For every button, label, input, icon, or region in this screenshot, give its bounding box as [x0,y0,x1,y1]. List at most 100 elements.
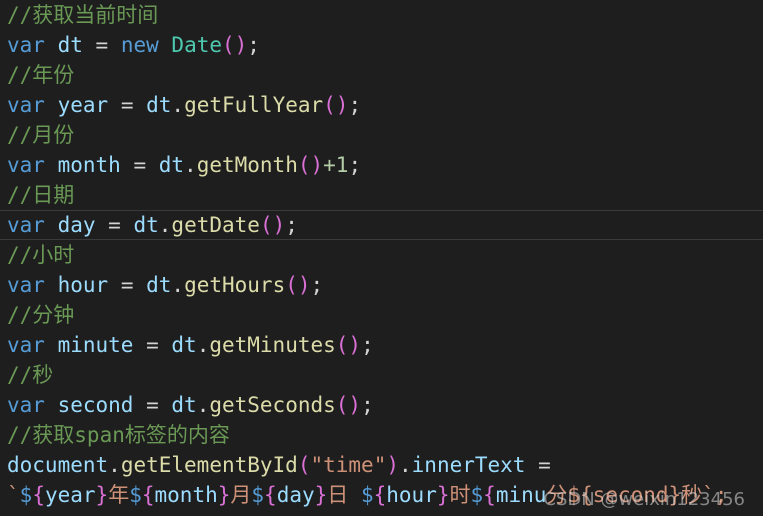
code-line-11[interactable]: //分钟 [0,300,763,330]
method-getFullYear: getFullYear [184,93,324,117]
comment-second: //秒 [7,363,54,387]
template-backtick: ` [7,483,20,507]
template-rbrace: } [314,483,328,507]
identifier-day: day [57,213,96,237]
identifier-dt: dt [146,93,172,117]
template-lbrace: { [373,483,387,507]
code-line-5[interactable]: //月份 [0,120,763,150]
comment-get-current-time: //获取当前时间 [7,3,159,27]
template-text-month-unit: 月 [230,483,252,507]
assign-operator-trailing: = [525,453,551,477]
keyword-var: var [7,333,45,357]
code-line-6[interactable]: var month = dt.getMonth()+1; [0,150,763,180]
code-line-1[interactable]: //获取当前时间 [0,0,763,30]
identifier-dt: dt [133,213,159,237]
semicolon: ; [348,153,362,177]
code-line-16[interactable]: document.getElementById("time").innerTex… [0,450,763,480]
identifier-dt: dt [57,33,83,57]
semicolon: ; [348,93,362,117]
member-dot: . [158,213,172,237]
method-getMonth: getMonth [196,153,298,177]
code-line-8-current[interactable]: var day = dt.getDate(); [0,210,763,240]
call-parens: () [297,153,324,177]
call-parens: () [323,93,349,117]
assign-operator: = [95,213,134,237]
code-line-7[interactable]: //日期 [0,180,763,210]
method-getSeconds: getSeconds [209,393,336,417]
assign-operator: = [120,153,159,177]
call-parens: () [335,333,362,357]
keyword-var: var [7,93,45,117]
code-line-2[interactable]: var dt = new Date(); [0,30,763,60]
semicolon: ; [310,273,324,297]
template-var-hour: hour [386,483,437,507]
identifier-dt: dt [171,393,197,417]
semicolon: ; [361,333,374,357]
keyword-var: var [7,273,45,297]
identifier-minute: minute [57,333,134,357]
semicolon: ; [247,33,260,57]
comment-year: //年份 [7,63,75,87]
code-line-14[interactable]: var second = dt.getSeconds(); [0,390,763,420]
code-editor[interactable]: //获取当前时间 var dt = new Date(); //年份 var y… [0,0,763,516]
identifier-document: document [7,453,109,477]
template-var-year: year [44,483,96,507]
code-line-9[interactable]: //小时 [0,240,763,270]
method-getDate: getDate [171,213,260,237]
code-line-12[interactable]: var minute = dt.getMinutes(); [0,330,763,360]
member-dot: . [196,333,210,357]
assign-operator: = [108,93,147,117]
property-innerText: innerText [411,453,526,477]
comment-day: //日期 [7,183,75,207]
code-line-15[interactable]: //获取span标签的内容 [0,420,763,450]
identifier-month: month [57,153,121,177]
code-line-17[interactable]: `${year}年${month}月${day}日 ${hour}时${minu… [0,480,763,510]
member-dot: . [399,453,412,477]
comment-get-span-content: //获取span标签的内容 [7,423,230,447]
open-paren: ( [297,453,311,477]
member-dot: . [171,93,185,117]
plus-one: +1 [323,153,349,177]
identifier-dt: dt [171,333,197,357]
call-parens: () [222,33,248,57]
template-lbrace: { [32,483,45,507]
identifier-hour: hour [57,273,109,297]
code-line-4[interactable]: var year = dt.getFullYear(); [0,90,763,120]
keyword-var: var [7,393,45,417]
template-text-hour-unit: 时 [449,483,471,507]
code-line-10[interactable]: var hour = dt.getHours(); [0,270,763,300]
code-line-3[interactable]: //年份 [0,60,763,90]
identifier-second: second [57,393,134,417]
identifier-year: year [57,93,109,117]
semicolon: ; [361,393,374,417]
close-paren: ) [386,453,399,477]
keyword-var: var [7,213,45,237]
method-getHours: getHours [184,273,286,297]
template-rbrace: } [436,483,450,507]
keyword-var: var [7,33,45,57]
class-date: Date [171,33,222,57]
comment-month: //月份 [7,123,75,147]
template-rbrace: } [95,483,109,507]
assign-operator: = [108,273,147,297]
template-lbrace: { [483,483,496,507]
string-time: "time" [310,453,387,477]
template-var-day: day [276,483,315,507]
semicolon: ; [285,213,298,237]
call-parens: () [335,393,362,417]
template-lbrace: { [141,483,155,507]
template-dollar: $ [129,483,142,507]
template-text-day-unit: 日 [327,483,361,507]
member-dot: . [108,453,121,477]
member-dot: . [171,273,185,297]
template-dollar: $ [470,483,484,507]
method-getMinutes: getMinutes [209,333,336,357]
template-dollar: $ [19,483,33,507]
template-dollar: $ [251,483,265,507]
template-lbrace: { [264,483,277,507]
code-line-13[interactable]: //秒 [0,360,763,390]
template-var-month: month [154,483,218,507]
template-text-tail: 分${second}秒`; [546,483,728,507]
template-var-minute-partial: minu [495,483,547,507]
call-parens: () [285,273,311,297]
